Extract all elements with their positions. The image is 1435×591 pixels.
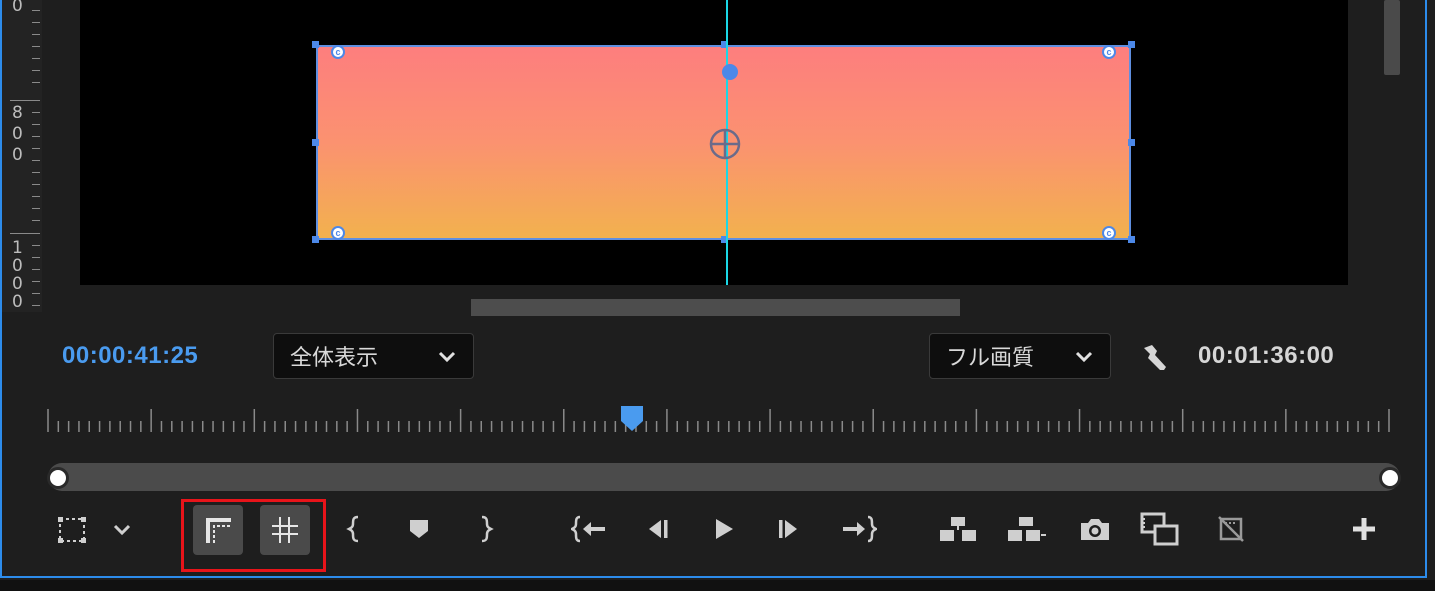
transform-handle[interactable] (1128, 236, 1135, 243)
go-to-out-button[interactable] (838, 512, 878, 546)
transform-handle[interactable] (312, 236, 319, 243)
sequence-duration: 00:01:36:00 (1198, 342, 1335, 369)
ruler-digit: 0 (12, 274, 23, 294)
marker-icon (410, 520, 428, 538)
zoom-level-value: 全体表示 (290, 345, 379, 370)
zoom-scrollbar[interactable] (48, 463, 1400, 491)
plus-icon (1353, 518, 1375, 540)
button-editor-button[interactable] (1348, 512, 1380, 546)
corner-radius-handle[interactable]: c (1102, 226, 1116, 240)
step-back-button[interactable] (640, 512, 674, 546)
anchor-point-icon[interactable] (708, 127, 742, 161)
zoom-scrollbar-start-handle[interactable] (47, 467, 69, 489)
playback-resolution-value: フル画質 (946, 345, 1035, 370)
zoom-level-select[interactable]: 全体表示 (273, 333, 474, 379)
ruler-digit: 8 (12, 103, 23, 123)
lift-icon (940, 517, 976, 541)
chevron-down-icon (1075, 351, 1093, 363)
vertical-scrollbar[interactable] (1384, 0, 1400, 75)
go-to-in-icon (571, 515, 605, 543)
lift-button[interactable] (936, 512, 980, 546)
horizontal-scrollbar[interactable] (471, 299, 960, 316)
mark-in-button[interactable] (340, 512, 370, 546)
extract-button[interactable] (1004, 512, 1048, 546)
zoom-scrollbar-end-handle[interactable] (1379, 467, 1401, 489)
transform-handle[interactable] (312, 139, 319, 146)
camera-icon (1081, 519, 1109, 540)
step-back-icon (649, 520, 668, 538)
play-button[interactable] (706, 512, 740, 546)
transform-handle[interactable] (312, 41, 319, 48)
add-marker-button[interactable] (404, 512, 434, 546)
rotation-handle[interactable] (722, 64, 738, 80)
play-icon (716, 519, 733, 539)
chevron-down-icon (438, 351, 456, 363)
vertical-ruler: 0 8 0 0 1 0 0 0 (2, 0, 42, 312)
playhead-marker[interactable] (620, 405, 644, 433)
toggle-proxies-button[interactable] (1212, 512, 1250, 546)
current-timecode[interactable]: 00:00:41:25 (62, 342, 198, 370)
ruler-digit: 0 (12, 292, 23, 312)
corner-radius-handle[interactable]: c (331, 45, 345, 59)
ruler-digit: 0 (12, 0, 23, 16)
time-ruler[interactable] (46, 405, 1391, 435)
filmstrip-compare-icon (1140, 512, 1179, 546)
comparison-view-button[interactable] (1138, 510, 1182, 548)
extract-icon (1008, 517, 1046, 541)
corner-radius-handle[interactable]: c (1102, 45, 1116, 59)
program-monitor-canvas[interactable]: c c c c (80, 0, 1348, 285)
mark-in-icon (346, 515, 359, 543)
go-to-in-button[interactable] (570, 512, 610, 546)
transform-box-icon (58, 517, 86, 543)
transform-handle[interactable] (1128, 41, 1135, 48)
ruler-digit: 0 (12, 124, 23, 144)
corner-radius-handle[interactable]: c (331, 226, 345, 240)
mark-out-button[interactable] (470, 512, 500, 546)
mark-out-icon (481, 515, 494, 543)
go-to-out-icon (843, 515, 877, 543)
export-frame-button[interactable] (1076, 512, 1114, 546)
ruler-digit: 0 (12, 145, 23, 165)
panel-bottom-edge (0, 580, 1435, 591)
step-forward-button[interactable] (772, 512, 806, 546)
ruler-digit: 1 (12, 238, 23, 258)
proxy-toggle-icon (1218, 516, 1244, 542)
transform-handle[interactable] (1128, 139, 1135, 146)
select-zoom-level-button[interactable] (54, 513, 90, 547)
chevron-down-icon (113, 524, 131, 536)
ruler-digit: 0 (12, 256, 23, 276)
settings-wrench-icon[interactable] (1138, 341, 1172, 375)
transform-options-dropdown[interactable] (108, 515, 136, 545)
step-forward-icon (779, 520, 797, 538)
highlight-annotation (181, 499, 326, 572)
playback-resolution-select[interactable]: フル画質 (929, 333, 1111, 379)
